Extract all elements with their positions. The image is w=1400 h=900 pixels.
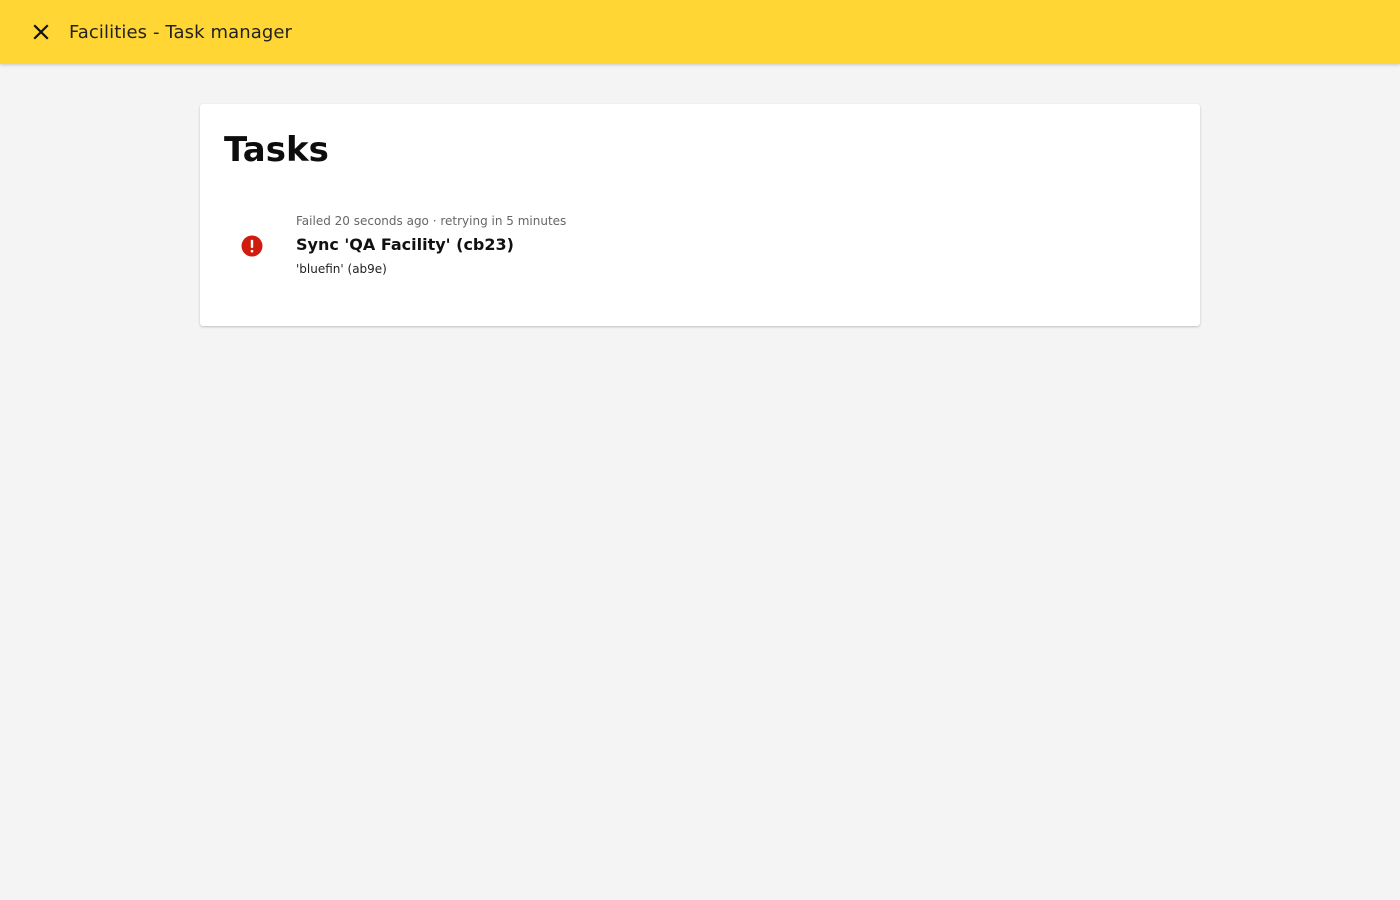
app-bar: Facilities - Task manager <box>0 0 1400 64</box>
task-title: Sync 'QA Facility' (cb23) <box>296 235 514 254</box>
app-title: Facilities - Task manager <box>69 21 293 43</box>
close-icon <box>33 24 49 40</box>
tasks-title: Tasks <box>224 130 329 170</box>
task-subtitle: 'bluefin' (ab9e) <box>296 262 387 276</box>
close-button[interactable] <box>21 12 61 52</box>
error-icon <box>241 235 263 257</box>
task-list-item[interactable]: Failed 20 seconds ago · retrying in 5 mi… <box>224 210 1176 282</box>
tasks-card: Tasks Failed 20 seconds ago · retrying i… <box>200 104 1200 326</box>
task-status-text: Failed 20 seconds ago · retrying in 5 mi… <box>296 214 567 228</box>
